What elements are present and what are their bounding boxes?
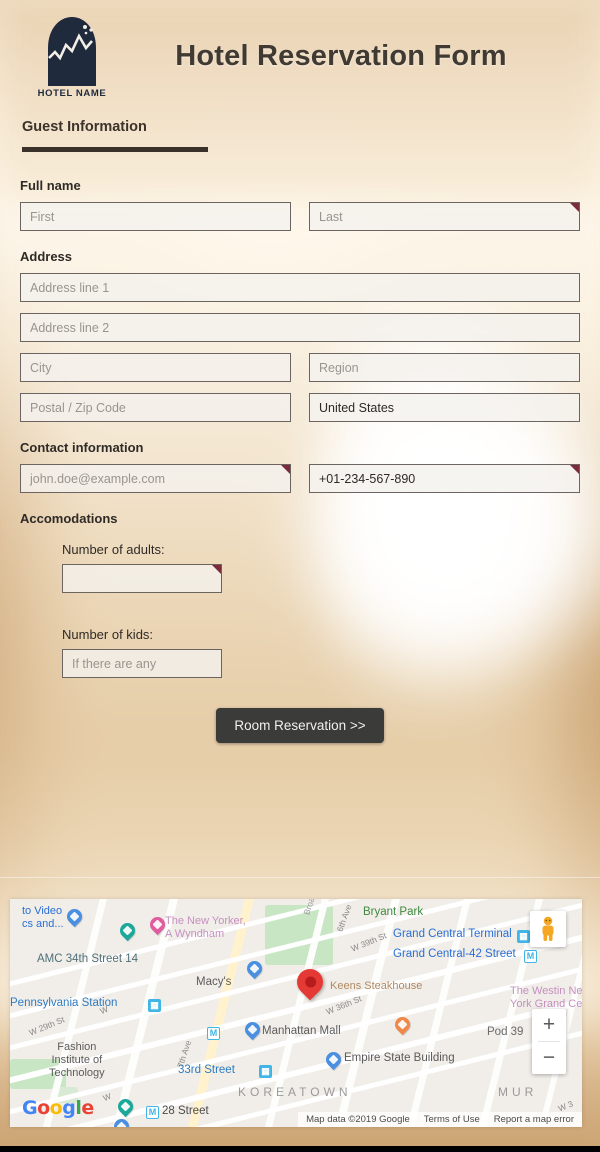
map-attribution: Map data ©2019 Google Terms of Use Repor… bbox=[298, 1112, 582, 1127]
map-zoom-controls[interactable]: + − bbox=[532, 1009, 566, 1074]
first-name-input[interactable]: First bbox=[20, 202, 291, 231]
row-full-name: First Last bbox=[20, 202, 580, 231]
required-marker-icon bbox=[212, 565, 221, 574]
region-input[interactable]: Region bbox=[309, 353, 580, 382]
google-letter-o2: o bbox=[49, 1097, 63, 1119]
phone-value: +01-234-567-890 bbox=[319, 471, 416, 486]
28-street-badge[interactable]: M bbox=[146, 1106, 159, 1119]
required-marker-icon bbox=[570, 465, 579, 474]
google-letter-g: G bbox=[22, 1097, 38, 1119]
label-full-name: Full name bbox=[20, 178, 81, 193]
location-map[interactable]: ▦ M ▦ M ▦ M to Video cs and... The New Yo… bbox=[10, 899, 582, 1127]
pegman-icon bbox=[542, 916, 554, 941]
address-line-1-input[interactable]: Address line 1 bbox=[20, 273, 580, 302]
google-logo: Google bbox=[22, 1097, 94, 1119]
terms-of-use-link[interactable]: Terms of Use bbox=[424, 1114, 480, 1125]
label-number-of-adults: Number of adults: bbox=[62, 542, 165, 557]
adults-input[interactable] bbox=[62, 564, 222, 593]
33rd-street-badge[interactable]: ▦ bbox=[259, 1065, 272, 1078]
hotel-logo: HOTEL NAME bbox=[22, 14, 122, 99]
row-contact: john.doe@example.com +01-234-567-890 bbox=[20, 464, 580, 493]
hotel-logo-text: HOTEL NAME bbox=[37, 87, 107, 99]
submit-row: Room Reservation >> bbox=[20, 708, 580, 743]
accomodations-group: Number of adults: Number of kids: If the… bbox=[62, 542, 580, 678]
room-reservation-button[interactable]: Room Reservation >> bbox=[216, 708, 384, 743]
hotel-mountain-logo-icon bbox=[48, 16, 96, 86]
google-letter-o1: o bbox=[37, 1097, 50, 1119]
country-input[interactable]: United States bbox=[309, 393, 580, 422]
grand-central-terminal-badge[interactable]: ▦ bbox=[517, 930, 530, 943]
last-name-placeholder: Last bbox=[319, 209, 343, 224]
subway-badge-m[interactable]: M bbox=[207, 1027, 220, 1040]
street-view-pegman-control[interactable] bbox=[530, 911, 566, 947]
zoom-in-button[interactable]: + bbox=[532, 1009, 566, 1041]
map-canvas: ▦ M ▦ M ▦ M to Video cs and... The New Yo… bbox=[10, 899, 582, 1127]
label-accomodations: Accomodations bbox=[20, 511, 118, 526]
reservation-page: HOTEL NAME Hotel Reservation Form Guest … bbox=[0, 0, 600, 1152]
label-number-of-kids: Number of kids: bbox=[62, 627, 154, 642]
kids-input[interactable]: If there are any bbox=[62, 649, 222, 678]
city-input[interactable]: City bbox=[20, 353, 291, 382]
phone-input[interactable]: +01-234-567-890 bbox=[309, 464, 580, 493]
grand-central-42-badge[interactable]: M bbox=[524, 950, 537, 963]
postal-code-input[interactable]: Postal / Zip Code bbox=[20, 393, 291, 422]
section-divider bbox=[0, 877, 600, 878]
reservation-form: Full name First Last Address Address lin… bbox=[0, 152, 600, 743]
google-letter-e: e bbox=[81, 1097, 94, 1119]
row-postal-country: Postal / Zip Code United States bbox=[20, 393, 580, 422]
label-address: Address bbox=[20, 249, 73, 264]
email-input[interactable]: john.doe@example.com bbox=[20, 464, 291, 493]
tab-bar: Guest Information bbox=[0, 112, 600, 152]
page-header: HOTEL NAME Hotel Reservation Form bbox=[0, 0, 600, 112]
google-letter-g2: g bbox=[62, 1097, 76, 1119]
penn-station-badge[interactable]: ▦ bbox=[148, 999, 161, 1012]
row-city-region: City Region bbox=[20, 353, 580, 382]
zoom-out-button[interactable]: − bbox=[532, 1042, 566, 1074]
page-title: Hotel Reservation Form bbox=[175, 39, 507, 72]
report-map-error-link[interactable]: Report a map error bbox=[494, 1114, 574, 1125]
last-name-input[interactable]: Last bbox=[309, 202, 580, 231]
address-line-2-input[interactable]: Address line 2 bbox=[20, 313, 580, 342]
email-placeholder: john.doe@example.com bbox=[30, 471, 165, 486]
required-marker-icon bbox=[570, 203, 579, 212]
required-marker-icon bbox=[281, 465, 290, 474]
tab-guest-information[interactable]: Guest Information bbox=[22, 119, 147, 147]
map-data-text: Map data ©2019 Google bbox=[306, 1114, 410, 1125]
bottom-bar bbox=[0, 1146, 600, 1152]
label-contact-information: Contact information bbox=[20, 440, 144, 455]
